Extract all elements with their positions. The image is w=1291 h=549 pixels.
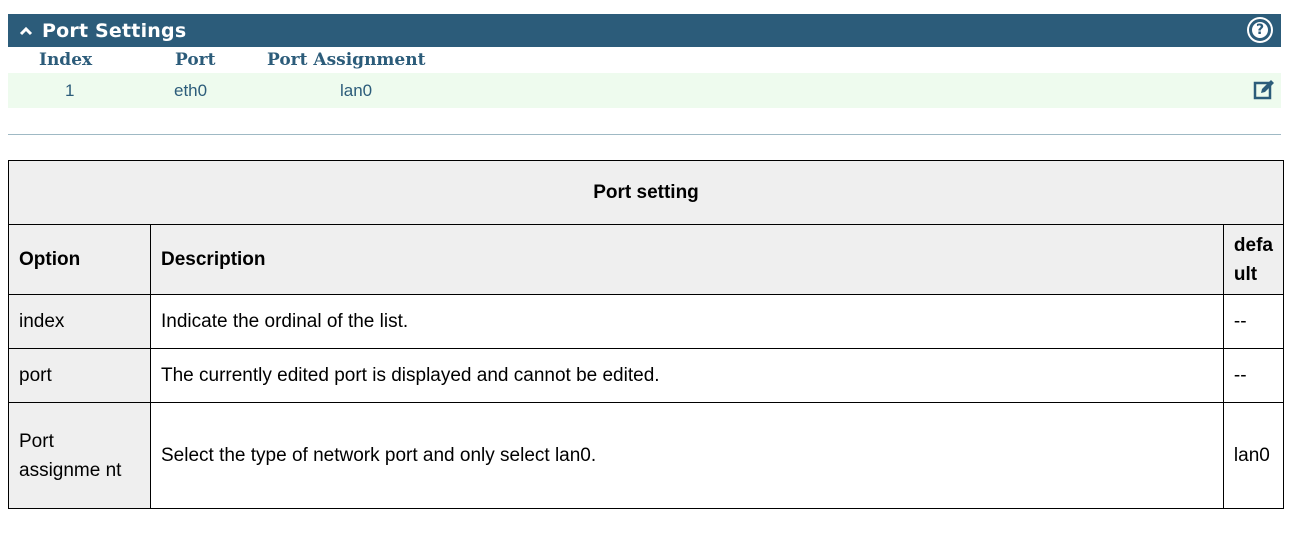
row-index: 1 [65,81,75,100]
help-icon[interactable]: ? [1247,17,1273,43]
option-cell: index [8,294,151,349]
description-cell: The currently edited port is displayed a… [150,348,1224,403]
default-cell: -- [1222,348,1285,403]
column-header-port: Port [175,50,216,70]
table-row: index Indicate the ordinal of the list. … [8,294,1285,349]
table-row: Port assignme nt Select the type of netw… [8,402,1285,509]
port-setting-table: Port setting Option Description defa ult… [8,160,1285,509]
description-cell: Indicate the ordinal of the list. [150,294,1224,349]
edit-icon[interactable] [1253,79,1275,101]
option-cell: Port assignme nt [8,402,151,509]
default-cell: lan0 [1222,402,1285,509]
panel-header[interactable]: Port Settings ? [8,14,1281,47]
table-title: Port setting [8,160,1284,225]
option-cell: port [8,348,151,403]
port-settings-panel: Port Settings ? Index Port Port Assignme… [8,14,1281,135]
column-headers: Index Port Port Assignment [8,47,1281,73]
column-header-index: Index [39,50,93,70]
chevron-up-icon[interactable] [16,21,36,41]
header-default: defa ult [1222,224,1285,295]
row-assignment: lan0 [340,81,373,100]
table-row: 1 eth0 lan0 [8,73,1281,108]
panel-title: Port Settings [42,19,187,42]
description-cell: Select the type of network port and only… [150,402,1224,509]
default-cell: -- [1222,294,1285,349]
column-header-port-assignment: Port Assignment [267,50,426,70]
table-row: port The currently edited port is displa… [8,348,1285,403]
header-description: Description [150,224,1224,295]
header-option: Option [8,224,151,295]
row-port: eth0 [174,81,208,100]
